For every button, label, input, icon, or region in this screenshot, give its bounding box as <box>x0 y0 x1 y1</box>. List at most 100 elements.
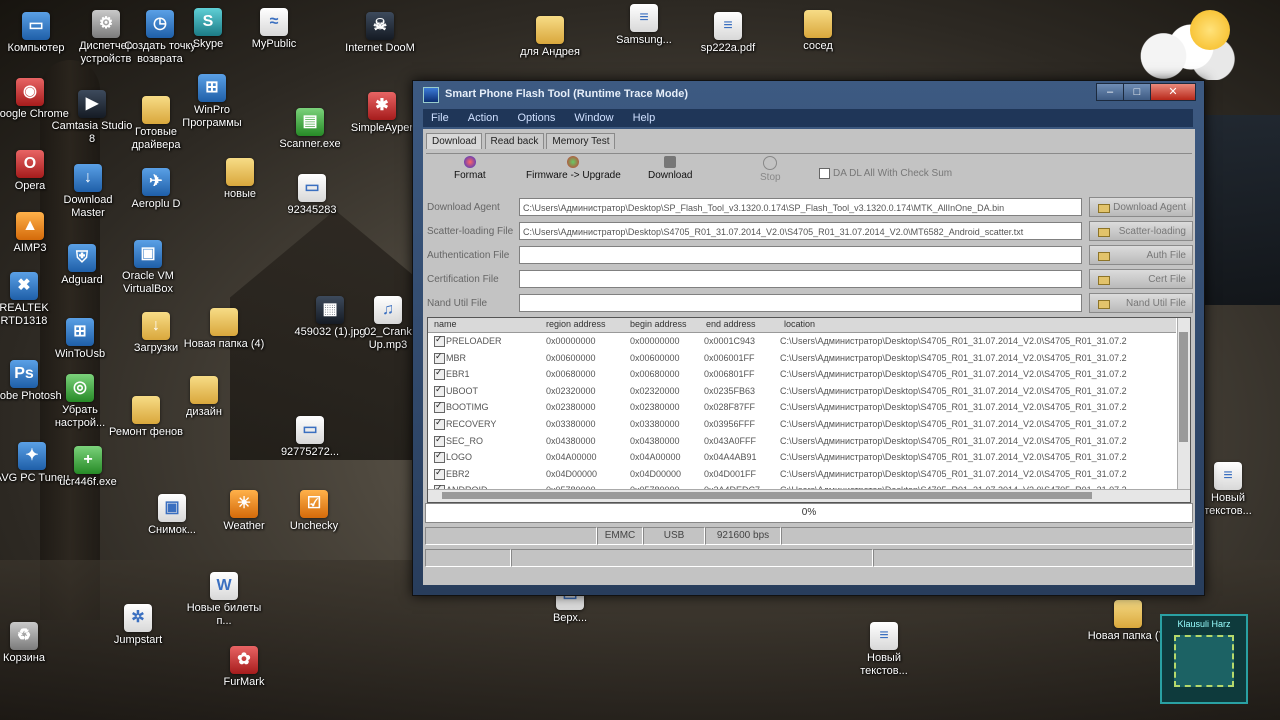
col-location[interactable]: location <box>784 319 815 329</box>
col-end-address[interactable]: end address <box>706 319 756 329</box>
scatter-button[interactable]: Scatter-loading <box>1089 221 1193 241</box>
desktop-icon-jumpstart[interactable]: ✲ Jumpstart <box>96 604 180 647</box>
table-row[interactable]: BOOTIMG 0x02380000 0x02380000 0x028F87FF C:\… <box>428 400 1176 416</box>
tab-read-back[interactable]: Read back <box>484 133 545 149</box>
status-cell-empty <box>425 527 597 545</box>
cpu-chip-icon <box>1174 635 1234 687</box>
desktop-icon-design[interactable]: дизайн <box>162 376 246 419</box>
file-icon: ▭ <box>298 174 326 202</box>
cell-region: 0x04A00000 <box>546 452 597 463</box>
desktop-gadget[interactable]: Klausuli Harz <box>1160 614 1248 704</box>
menu-action[interactable]: Action <box>460 109 507 124</box>
desktop-icon-mypublic[interactable]: ≈ MyPublic <box>232 8 316 51</box>
desktop-icon-aeroplu[interactable]: ✈ Aeroplu D <box>114 168 198 211</box>
da-checksum-checkbox[interactable]: DA DL All With Check Sum <box>819 168 952 179</box>
row-checkbox[interactable] <box>434 417 445 430</box>
auth-file-button[interactable]: Auth File <box>1089 245 1193 265</box>
minimize-button[interactable]: – <box>1096 83 1124 101</box>
desktop-icon-furmark[interactable]: ✿ FurMark <box>202 646 286 689</box>
desktop-icon-sp222a-pdf[interactable]: ≡ sp222a.pdf <box>686 12 770 55</box>
cert-file-button[interactable]: Cert File <box>1089 269 1193 289</box>
nand-field[interactable] <box>519 294 1082 312</box>
desktop-icon-new-folder-7[interactable]: Новая папка (7) <box>1086 600 1170 643</box>
table-row[interactable]: UBOOT 0x02320000 0x02320000 0x0235FB63 C:\Us… <box>428 384 1176 400</box>
row-checkbox[interactable] <box>434 351 445 364</box>
menu-file[interactable]: File <box>423 109 457 124</box>
desktop-icon-recycle-bin[interactable]: ♻ Корзина <box>0 622 66 665</box>
desktop-icon-samsung[interactable]: ≡ Samsung... <box>602 4 686 47</box>
desktop-icon-new-text-file[interactable]: ≡ Новый текстов... <box>842 622 926 678</box>
folder-icon <box>210 308 238 336</box>
format-button[interactable]: Format <box>454 156 486 181</box>
desktop-icon-ucr446f[interactable]: + ucr446f.exe <box>46 446 130 489</box>
desktop-icon-wintousb[interactable]: ⊞ WinToUsb <box>38 318 122 361</box>
menu-window[interactable]: Window <box>566 109 621 124</box>
table-row[interactable]: LOGO 0x04A00000 0x04A00000 0x04A4AB91 C:\Use… <box>428 450 1176 466</box>
cell-begin: 0x02320000 <box>630 385 680 396</box>
desktop-icon-sosed[interactable]: сосед <box>776 10 860 53</box>
scroll-thumb[interactable] <box>1179 332 1188 442</box>
col-region-address[interactable]: region address <box>546 319 606 329</box>
desktop-icon-virtualbox[interactable]: ▣ Oracle VM VirtualBox <box>106 240 190 296</box>
download-agent-button[interactable]: Download Agent <box>1089 197 1193 217</box>
cell-end: 0x043A0FFF <box>704 435 757 446</box>
table-row[interactable]: EBR1 0x00680000 0x00680000 0x006801FF C:\Use… <box>428 367 1176 383</box>
desktop-icon-unchecky[interactable]: ☑ Unchecky <box>272 490 356 533</box>
cell-name: UBOOT <box>446 385 479 396</box>
folder-icon <box>142 96 170 124</box>
firmware-upgrade-button[interactable]: Firmware -> Upgrade <box>526 156 621 181</box>
row-checkbox[interactable] <box>434 334 445 347</box>
cell-location: C:\Users\Администратор\Desktop\S4705_R01… <box>780 352 1127 363</box>
desktop-icon-folder-andrey[interactable]: для Андрея <box>508 16 592 59</box>
tab-download[interactable]: Download <box>426 133 483 149</box>
cell-region: 0x02380000 <box>546 402 596 413</box>
table-row[interactable]: EBR2 0x04D00000 0x04D00000 0x04D001FF C:\Use… <box>428 467 1176 483</box>
download-button[interactable]: Download <box>648 156 692 181</box>
scroll-thumb[interactable] <box>442 492 1092 499</box>
maximize-button[interactable]: □ <box>1123 83 1151 101</box>
row-checkbox[interactable] <box>434 450 445 464</box>
cert-field[interactable] <box>519 270 1082 288</box>
download-agent-row: Download Agent C:\Users\Администратор\De… <box>425 197 1193 219</box>
window-titlebar[interactable]: Smart Phone Flash Tool (Runtime Trace Mo… <box>413 81 1204 107</box>
status-cell-c <box>873 549 1193 567</box>
tab-memory-test[interactable]: Memory Test <box>546 133 616 149</box>
menu-help[interactable]: Help <box>625 109 664 124</box>
row-checkbox[interactable] <box>434 384 445 397</box>
auth-field[interactable] <box>519 246 1082 264</box>
desktop-icon-internet-doom[interactable]: ☠ Internet DooM <box>338 12 422 55</box>
cell-end: 0x04D001FF <box>704 468 757 479</box>
cell-begin: 0x04380000 <box>630 435 680 446</box>
table-row[interactable]: PRELOADER 0x00000000 0x00000000 0x0001C943 C… <box>428 334 1176 350</box>
cell-begin: 0x02380000 <box>630 402 680 413</box>
scatter-field[interactable]: C:\Users\Администратор\Desktop\S4705_R01… <box>519 222 1082 240</box>
col-begin-address[interactable]: begin address <box>630 319 687 329</box>
word-doc-icon: W <box>210 572 238 600</box>
cell-begin: 0x04A00000 <box>630 452 681 463</box>
download-agent-field[interactable]: C:\Users\Администратор\Desktop\SP_Flash_… <box>519 198 1082 216</box>
download-icon <box>664 156 677 168</box>
nand-label: Nand Util File <box>427 298 488 309</box>
table-row[interactable]: SEC_RO 0x04380000 0x04380000 0x043A0FFF C:\U… <box>428 434 1176 450</box>
cell-end: 0x0235FB63 <box>704 385 756 396</box>
vertical-scrollbar[interactable] <box>1177 318 1190 502</box>
nand-util-button[interactable]: Nand Util File <box>1089 293 1193 313</box>
table-row[interactable]: MBR 0x00600000 0x00600000 0x006001FF C:\User… <box>428 351 1176 367</box>
desktop-icon-92345283[interactable]: ▭ 92345283 <box>270 174 354 217</box>
col-name[interactable]: name <box>434 319 457 329</box>
desktop-icon-new-tickets[interactable]: W Новые билеты п... <box>182 572 266 628</box>
desktop-icon-new-folder-4[interactable]: Новая папка (4) <box>182 308 266 351</box>
menu-options[interactable]: Options <box>509 109 563 124</box>
desktop-icon-winpro[interactable]: ⊞ WinPro Программы <box>170 74 254 130</box>
row-checkbox[interactable] <box>434 400 445 414</box>
text-file-icon: ≡ <box>1214 462 1242 490</box>
horizontal-scrollbar[interactable] <box>428 489 1190 502</box>
status-bar: EMMC USB 921600 bps <box>425 525 1193 545</box>
table-row[interactable]: RECOVERY 0x03380000 0x03380000 0x03956FFF C:… <box>428 417 1176 433</box>
row-checkbox[interactable] <box>434 467 445 480</box>
stop-button[interactable]: Stop <box>760 156 781 183</box>
close-button[interactable]: ✕ <box>1150 83 1196 101</box>
row-checkbox[interactable] <box>434 367 445 381</box>
desktop-icon-92775272[interactable]: ▭ 92775272... <box>268 416 352 459</box>
row-checkbox[interactable] <box>434 434 445 447</box>
